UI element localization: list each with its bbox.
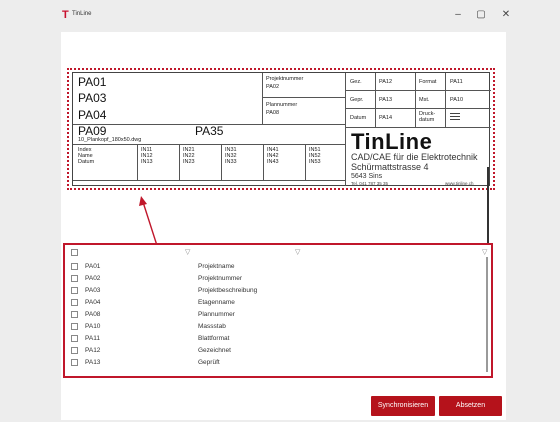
row-description: Projektname [198,263,235,270]
row-code: PA11 [85,335,100,342]
filter-icon[interactable]: ▽ [482,248,487,256]
row-code: PA01 [85,263,101,270]
list-item[interactable]: PA02 Projektnummer [65,274,485,285]
list-scrollbar[interactable] [486,257,488,372]
row-description: Etagenname [198,299,235,306]
row-description: Projektbeschreibung [198,287,258,294]
filter-icon[interactable]: ▽ [185,248,190,256]
row-description: Plannummer [198,311,235,318]
list-item[interactable]: PA01 Projektname [65,262,485,273]
row-checkbox[interactable] [71,359,78,366]
filter-icon[interactable]: ▽ [295,248,300,256]
row-code: PA13 [85,359,101,366]
list-item[interactable]: PA08 Plannummer [65,310,485,321]
list-item[interactable]: PA04 Etagenname [65,298,485,309]
row-checkbox[interactable] [71,287,78,294]
row-checkbox[interactable] [71,299,78,306]
list-item[interactable]: PA11 Blattformat [65,334,485,345]
app-window: T TinLine – ▢ ✕ PA01 PA03 PA04 PA09 PA35… [0,0,560,422]
row-code: PA12 [85,347,101,354]
row-description: Blattformat [198,335,230,342]
row-description: Projektnummer [198,275,243,282]
list-item[interactable]: PA13 Geprüft [65,358,485,369]
row-description: Massstab [198,323,226,330]
row-code: PA10 [85,323,101,330]
row-checkbox[interactable] [71,311,78,318]
row-checkbox[interactable] [71,275,78,282]
cancel-button[interactable]: Absetzen [439,396,502,416]
row-checkbox[interactable] [71,323,78,330]
row-checkbox[interactable] [71,335,78,342]
row-description: Geprüft [198,359,220,366]
row-description: Gezeichnet [198,347,231,354]
row-checkbox[interactable] [71,263,78,270]
list-header: ▽ ▽ ▽ [65,245,491,259]
list-item[interactable]: PA03 Projektbeschreibung [65,286,485,297]
row-checkbox[interactable] [71,347,78,354]
row-code: PA04 [85,299,101,306]
list-item[interactable]: PA10 Massstab [65,322,485,333]
select-all-checkbox[interactable] [71,249,78,256]
row-code: PA03 [85,287,101,294]
row-code: PA02 [85,275,101,282]
attribute-list: ▽ ▽ ▽ PA01 Projektname PA02 Projektnumme… [63,243,493,378]
synchronize-button[interactable]: Synchronisieren [371,396,435,416]
row-code: PA08 [85,311,101,318]
list-item[interactable]: PA12 Gezeichnet [65,346,485,357]
